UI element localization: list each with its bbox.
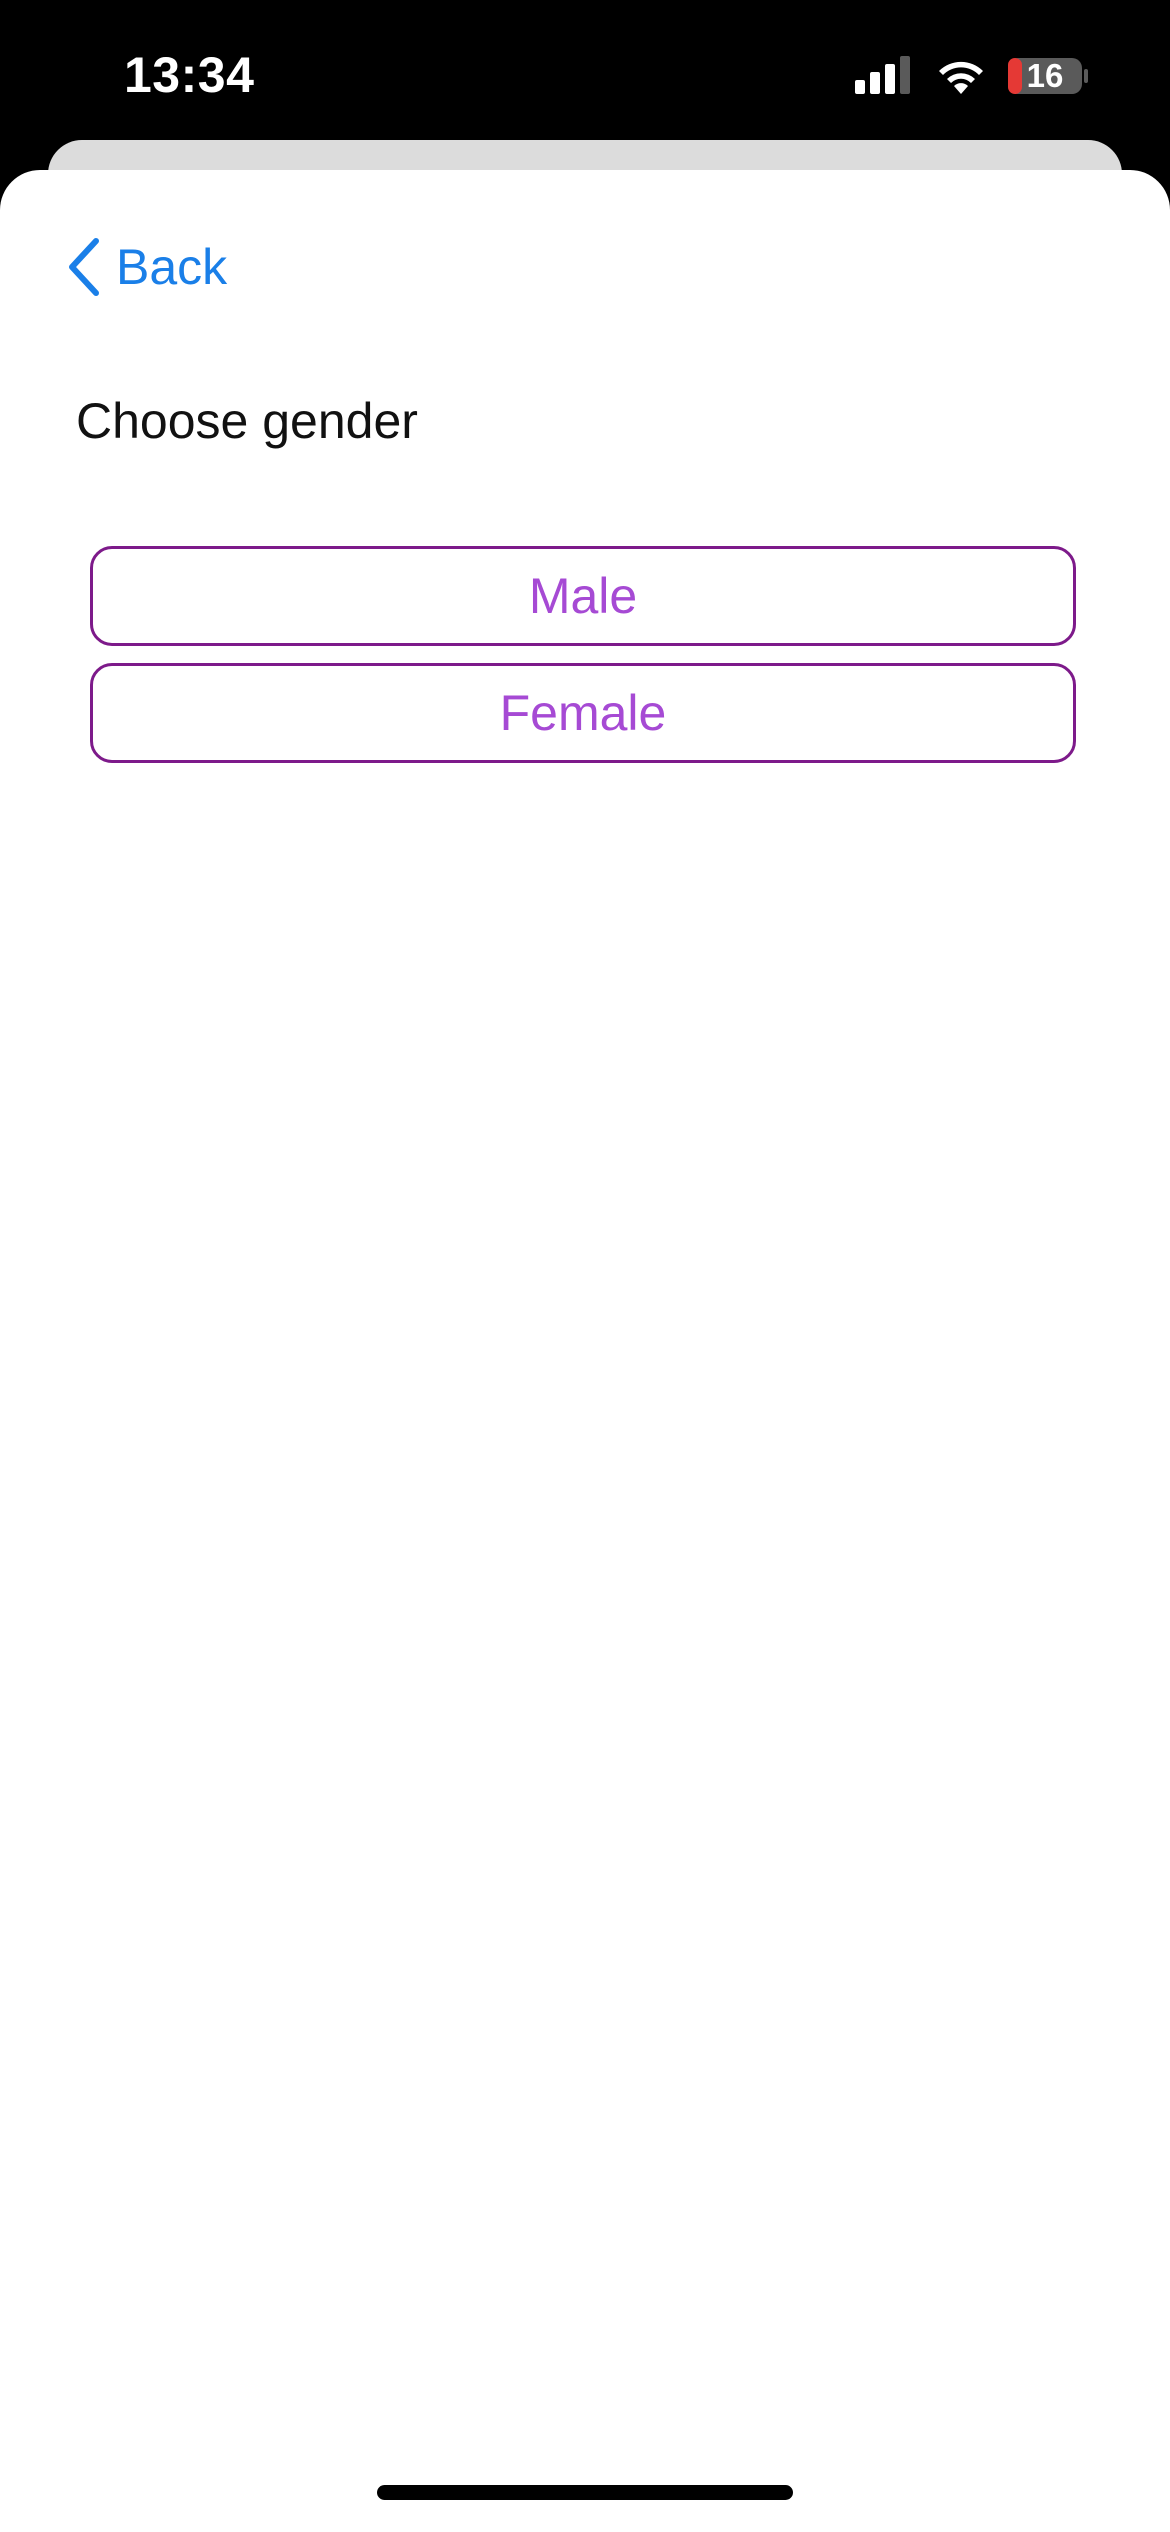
male-option-button[interactable]: Male	[90, 546, 1076, 646]
cellular-signal-icon	[855, 56, 910, 94]
status-time: 13:34	[124, 47, 255, 103]
modal-sheet: Back Choose gender Male Female	[0, 170, 1170, 2532]
wifi-icon	[939, 61, 983, 94]
female-option-button[interactable]: Female	[90, 663, 1076, 763]
back-button[interactable]: Back	[66, 227, 227, 307]
chevron-left-icon	[69, 238, 99, 296]
battery-level: 16	[1026, 57, 1064, 94]
status-bar: 13:34 16	[0, 0, 1170, 150]
back-label: Back	[116, 239, 228, 295]
home-indicator[interactable]	[377, 2485, 793, 2500]
page-title: Choose gender	[76, 393, 418, 449]
